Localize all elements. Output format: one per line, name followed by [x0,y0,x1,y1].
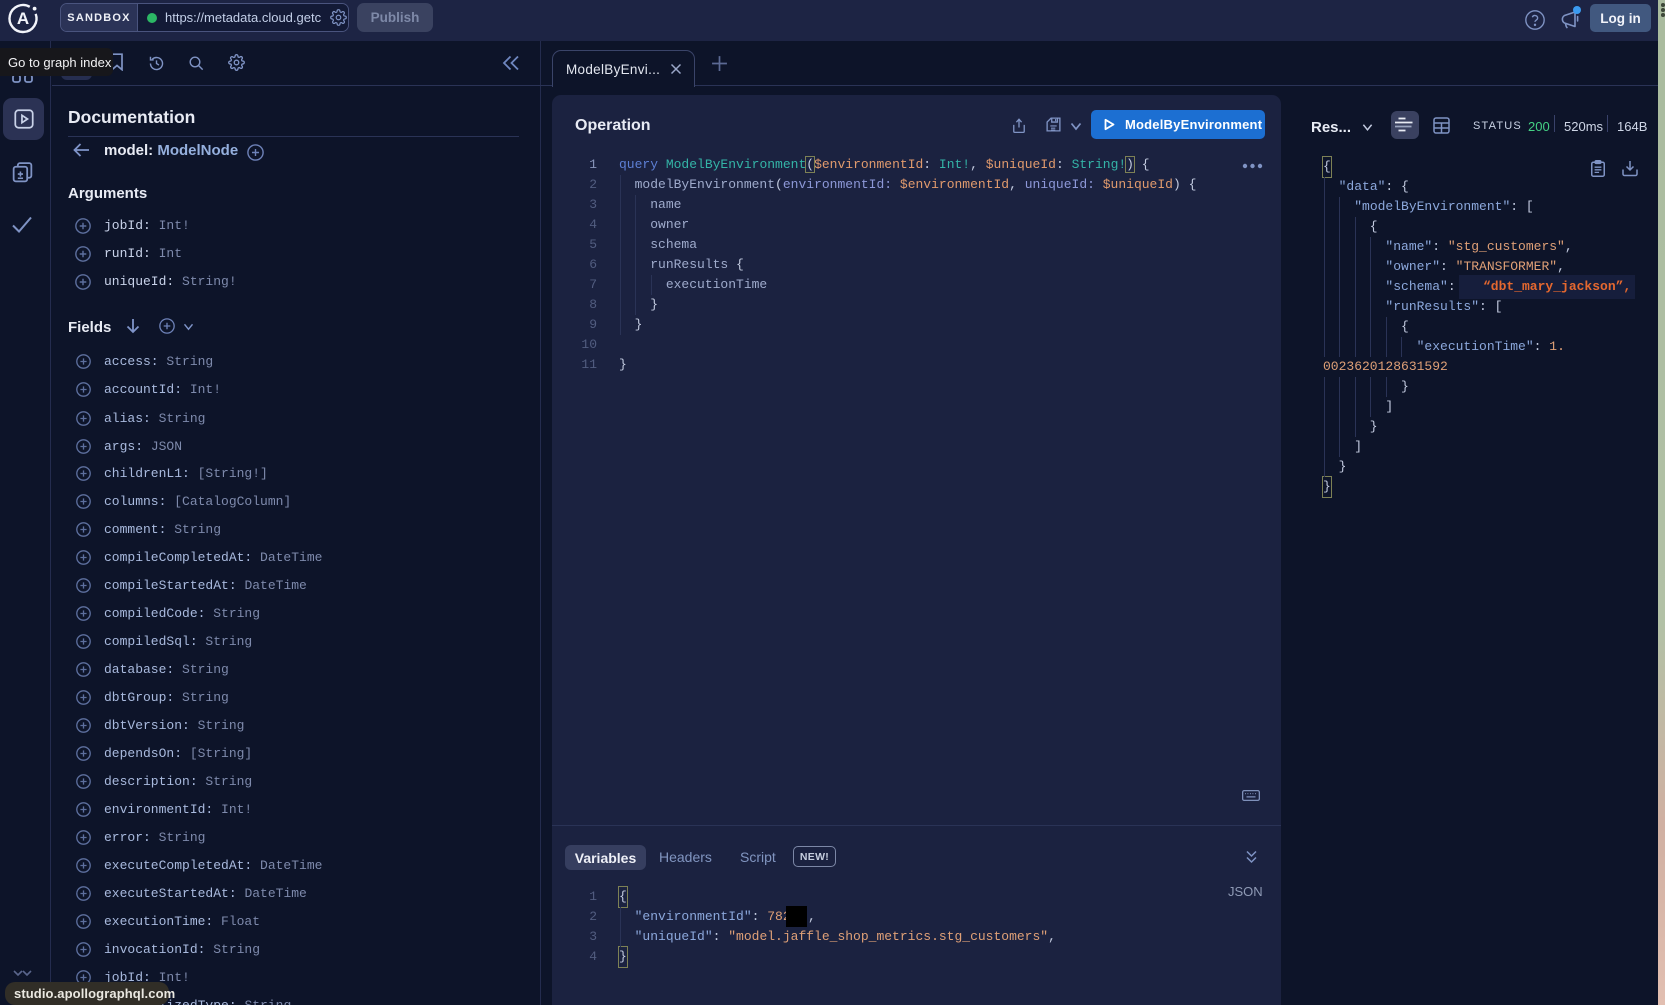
svg-text:A: A [17,9,29,28]
